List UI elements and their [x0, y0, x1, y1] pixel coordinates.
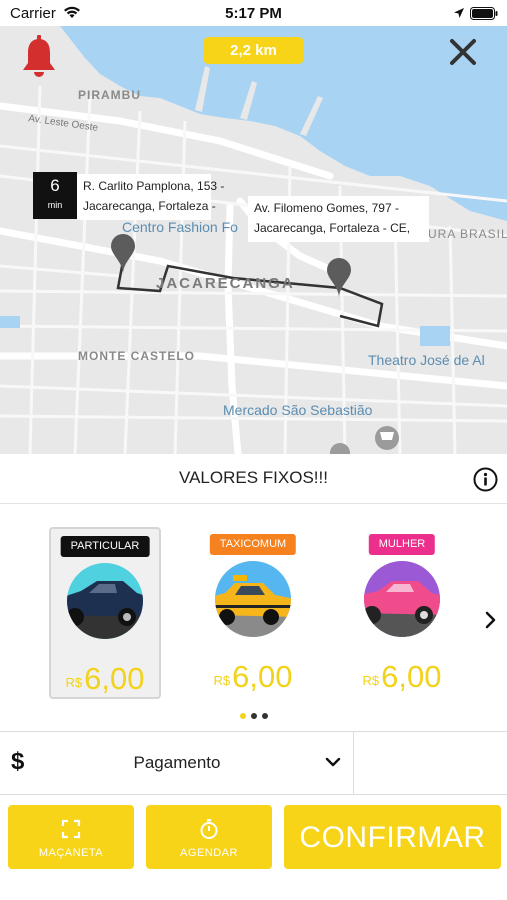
origin-address: R. Carlito Pamplona, 153 - Jacarecanga, … — [77, 174, 225, 220]
vehicle-option-particular[interactable]: PARTICULAR R$6,00 — [49, 527, 161, 699]
confirm-button[interactable]: CONFIRMAR — [284, 805, 501, 869]
price-value: 6,00 — [84, 661, 145, 696]
map-label-monte-castelo: MONTE CASTELO — [78, 349, 195, 363]
confirm-label: CONFIRMAR — [299, 821, 486, 854]
vehicle-price: R$6,00 — [51, 661, 159, 697]
vehicle-option-taxicomum[interactable]: TAXICOMUM R$6,00 — [197, 527, 309, 699]
vehicle-price: R$6,00 — [346, 659, 458, 695]
payment-divider — [353, 732, 354, 794]
page-dot[interactable] — [240, 713, 246, 719]
agendar-label: AGENDAR — [180, 847, 238, 859]
destination-address: Av. Filomeno Gomes, 797 - Jacarecanga, F… — [248, 196, 429, 242]
vehicle-tag: MULHER — [368, 534, 436, 555]
destination-address-line-1: Av. Filomeno Gomes, 797 - — [254, 201, 399, 215]
map-label-centro-fashion: Centro Fashion Fo — [122, 219, 238, 235]
car-taxi-image — [215, 561, 291, 637]
origin-address-line-2: Jacarecanga, Fortaleza - — [83, 199, 216, 213]
vehicle-tag: TAXICOMUM — [209, 534, 297, 555]
currency-symbol: R$ — [362, 673, 380, 688]
page-dot[interactable] — [262, 713, 268, 719]
price-value: 6,00 — [232, 659, 293, 694]
origin-pin-icon[interactable] — [110, 234, 136, 274]
macaneta-label: MAÇANETA — [38, 847, 104, 859]
agendar-button[interactable]: AGENDAR — [146, 805, 272, 869]
fixed-values-header: VALORES FIXOS!!! — [0, 454, 507, 504]
map-label-brasil: URA BRASIL — [428, 227, 507, 241]
distance-badge: 2,2 km — [203, 37, 304, 64]
currency-symbol: R$ — [65, 675, 83, 690]
route-map[interactable]: PIRAMBU Av. Leste Oeste Centro Fashion F… — [0, 26, 507, 454]
carousel-page-indicator — [236, 713, 272, 721]
vehicle-price: R$6,00 — [197, 659, 309, 695]
status-bar: Carrier 5:17 PM — [0, 0, 507, 26]
map-label-jacarecanga: JACARECANGA — [156, 275, 295, 292]
payment-label: Pagamento — [133, 753, 221, 772]
eta-unit: min — [47, 200, 63, 210]
info-icon[interactable] — [473, 467, 498, 492]
car-mulher-image — [364, 561, 440, 637]
price-value: 6,00 — [381, 659, 442, 694]
macaneta-button[interactable]: MAÇANETA — [8, 805, 134, 869]
map-label-mercado: Mercado São Sebastião — [223, 402, 373, 418]
chevron-right-icon[interactable] — [484, 609, 498, 631]
status-time: 5:17 PM — [225, 5, 282, 22]
expand-icon — [61, 819, 81, 839]
vehicle-tag: PARTICULAR — [60, 536, 150, 557]
eta-badge: 6 min — [33, 172, 77, 219]
currency-symbol: R$ — [213, 673, 231, 688]
action-bar: MAÇANETA AGENDAR CONFIRMAR — [0, 796, 507, 900]
vehicle-option-mulher[interactable]: MULHER R$6,00 — [346, 527, 458, 699]
close-icon[interactable] — [446, 35, 480, 69]
chevron-down-icon[interactable] — [325, 756, 341, 768]
eta-value: 6 — [50, 176, 60, 195]
bell-icon[interactable] — [21, 35, 57, 77]
page-dot[interactable] — [251, 713, 257, 719]
map-label-theatro: Theatro José de Al — [368, 352, 485, 368]
destination-pin-icon[interactable] — [326, 258, 352, 298]
destination-address-line-2: Jacarecanga, Fortaleza - CE, — [254, 221, 411, 235]
origin-address-line-1: R. Carlito Pamplona, 153 - — [83, 179, 225, 193]
vehicle-carousel[interactable]: PARTICULAR R$6,00 TAXICOMUM R$6,00 MULHE… — [0, 505, 507, 730]
location-arrow-icon — [454, 8, 464, 18]
fixed-values-title: VALORES FIXOS!!! — [179, 468, 328, 487]
payment-selector[interactable]: $ Pagamento — [0, 731, 507, 795]
stopwatch-icon — [200, 819, 218, 839]
battery-icon — [470, 7, 498, 20]
car-particular-image — [67, 563, 143, 639]
map-label-pirambu: PIRAMBU — [78, 88, 141, 102]
